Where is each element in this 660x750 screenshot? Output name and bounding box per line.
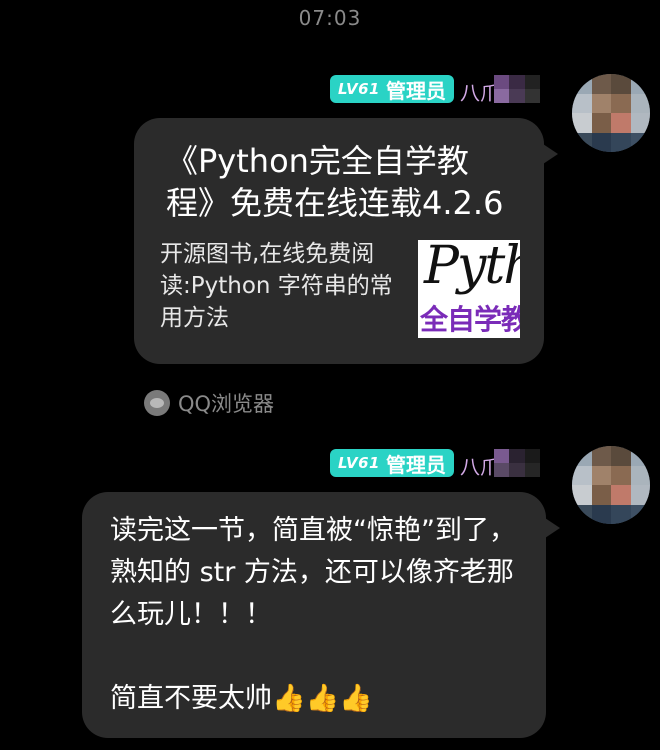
level-badge[interactable]: LV61 管理员 — [330, 75, 454, 103]
link-card-bubble[interactable]: 《Python完全自学教程》免费在线连载4.2.6 开源图书,在线免费阅读:Py… — [134, 118, 558, 364]
role-label: 管理员 — [386, 452, 446, 477]
message-timestamp: 07:03 — [298, 6, 362, 30]
thumbnail-title-text: 全自学教 — [420, 303, 520, 336]
level-badge[interactable]: LV61 管理员 — [330, 449, 454, 477]
bubble-tail — [540, 142, 558, 166]
level-label: LV61 — [338, 80, 380, 98]
text-message-bubble[interactable]: 读完这一节，简直被“惊艳”到了，熟知的 str 方法，还可以像齐老那么玩儿！！！… — [82, 492, 560, 738]
sender-row: LV61 管理员 八爪 — [330, 448, 540, 478]
message-text: 读完这一节，简直被“惊艳”到了，熟知的 str 方法，还可以像齐老那么玩儿！！！… — [110, 515, 516, 714]
thumbnail-script-text: Pytho — [424, 240, 520, 296]
name-mosaic — [494, 449, 540, 477]
sender-name[interactable]: 八爪 — [460, 449, 540, 477]
sender-avatar[interactable] — [572, 74, 650, 152]
role-label: 管理员 — [386, 78, 446, 103]
avatar-mosaic — [572, 74, 650, 152]
link-card-thumbnail: Pytho 全自学教 — [418, 240, 520, 338]
sender-name[interactable]: 八爪 — [460, 75, 540, 103]
link-source-label: QQ浏览器 — [178, 392, 275, 416]
level-label: LV61 — [338, 454, 380, 472]
sender-row: LV61 管理员 八爪 — [330, 74, 540, 104]
link-card-description: 开源图书,在线免费阅读:Python 字符串的常用方法 — [160, 241, 393, 331]
bubble-tail — [542, 516, 560, 540]
sender-avatar[interactable] — [572, 446, 650, 524]
qq-browser-icon — [144, 390, 170, 416]
name-mosaic — [494, 75, 540, 103]
avatar-mosaic — [572, 446, 650, 524]
link-source[interactable]: QQ浏览器 — [144, 388, 274, 418]
link-card-title: 《Python完全自学教程》免费在线连载4.2.6 — [166, 142, 504, 222]
